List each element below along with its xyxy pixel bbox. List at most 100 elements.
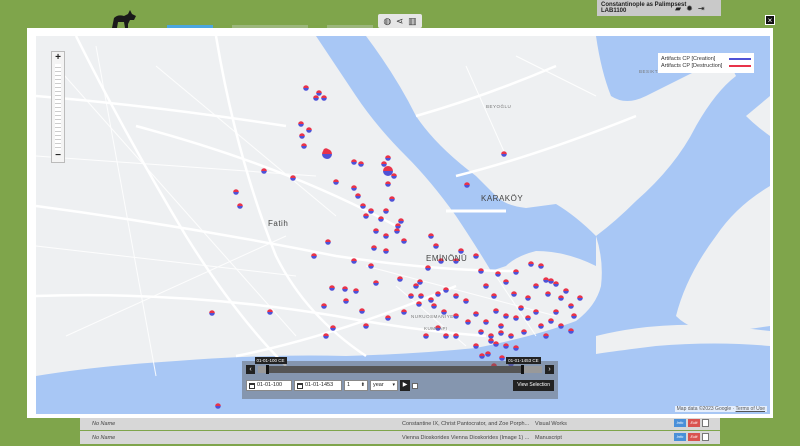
artifact-marker[interactable] xyxy=(543,277,549,283)
artifact-marker[interactable] xyxy=(464,182,470,188)
artifact-marker[interactable] xyxy=(385,181,391,187)
artifact-marker[interactable] xyxy=(521,329,527,335)
artifact-marker[interactable] xyxy=(333,179,339,185)
artifact-marker[interactable] xyxy=(495,271,501,277)
artifact-marker[interactable] xyxy=(465,319,471,325)
artifact-marker[interactable] xyxy=(383,233,389,239)
artifact-marker[interactable] xyxy=(568,328,574,334)
artifact-marker[interactable] xyxy=(493,308,499,314)
artifact-marker[interactable] xyxy=(538,263,544,269)
artifact-marker[interactable] xyxy=(209,310,215,316)
globe-icon[interactable]: ◍ xyxy=(383,16,391,27)
step-input[interactable]: 1 ⬍ xyxy=(344,380,368,391)
artifact-marker[interactable] xyxy=(342,286,348,292)
artifact-marker[interactable] xyxy=(385,155,391,161)
artifact-marker[interactable] xyxy=(233,189,239,195)
artifact-marker[interactable] xyxy=(423,333,429,339)
artifact-marker[interactable] xyxy=(571,313,577,319)
timeline-slider[interactable]: ‹ 01-01-100 CE 01-01-1453 CE › xyxy=(246,357,554,374)
artifact-marker[interactable] xyxy=(351,159,357,165)
terms-link[interactable]: Terms of Use xyxy=(736,406,765,412)
artifact-marker[interactable] xyxy=(545,291,551,297)
artifact-marker[interactable] xyxy=(373,228,379,234)
artifact-marker[interactable] xyxy=(533,309,539,315)
artifact-marker[interactable] xyxy=(473,343,479,349)
artifact-marker[interactable] xyxy=(568,303,574,309)
artifact-marker[interactable] xyxy=(503,343,509,349)
artifact-marker[interactable] xyxy=(478,329,484,335)
artifact-marker[interactable] xyxy=(353,288,359,294)
artifact-marker[interactable] xyxy=(303,85,309,91)
artifact-marker[interactable] xyxy=(298,121,304,127)
info-button[interactable]: Info xyxy=(674,419,686,427)
artifact-marker[interactable] xyxy=(358,161,364,167)
timeline-track[interactable]: 01-01-100 CE 01-01-1453 CE xyxy=(254,357,542,374)
artifact-marker[interactable] xyxy=(563,288,569,294)
artifact-marker[interactable] xyxy=(383,208,389,214)
artifact-marker[interactable] xyxy=(313,95,319,101)
stepper-icon[interactable]: ⬍ xyxy=(361,381,365,390)
artifact-marker[interactable] xyxy=(453,293,459,299)
artifact-marker[interactable] xyxy=(513,315,519,321)
play-button[interactable]: ▶ xyxy=(400,380,410,391)
logout-icon[interactable]: ⇥ xyxy=(698,4,705,13)
artifact-marker[interactable] xyxy=(323,333,329,339)
artifact-marker[interactable] xyxy=(408,293,414,299)
artifact-marker[interactable] xyxy=(311,253,317,259)
artifact-marker[interactable] xyxy=(463,298,469,304)
artifact-marker[interactable] xyxy=(325,239,331,245)
artifact-marker[interactable] xyxy=(443,287,449,293)
artifact-marker[interactable] xyxy=(577,295,583,301)
artifact-marker[interactable] xyxy=(558,323,564,329)
artifact-marker[interactable] xyxy=(368,263,374,269)
artifact-marker[interactable] xyxy=(548,278,554,284)
table-row[interactable]: No Name Vienna Dioskorides Vienna Diosko… xyxy=(80,431,720,444)
artifact-marker[interactable] xyxy=(558,295,564,301)
artifact-marker[interactable] xyxy=(343,298,349,304)
unit-select[interactable]: year ▾ xyxy=(370,380,398,391)
timeline-next-button[interactable]: › xyxy=(545,365,554,374)
artifact-marker[interactable] xyxy=(237,203,243,209)
artifact-marker[interactable] xyxy=(525,295,531,301)
artifact-marker[interactable] xyxy=(381,161,387,167)
artifact-marker[interactable] xyxy=(499,355,505,361)
bar-chart-icon[interactable]: ▥ xyxy=(408,16,417,27)
artifact-marker[interactable] xyxy=(511,291,517,297)
artifact-marker[interactable] xyxy=(518,305,524,311)
artifact-marker[interactable] xyxy=(453,313,459,319)
artifact-marker[interactable] xyxy=(417,279,423,285)
edit-button[interactable]: Edit xyxy=(688,433,700,441)
artifact-marker[interactable] xyxy=(498,330,504,336)
artifact-marker[interactable] xyxy=(394,228,400,234)
artifact-marker[interactable] xyxy=(329,285,335,291)
artifact-marker[interactable] xyxy=(395,223,401,229)
artifact-marker[interactable] xyxy=(458,248,464,254)
artifact-marker[interactable] xyxy=(525,315,531,321)
timeline-start-handle[interactable] xyxy=(265,365,269,374)
artifact-marker[interactable] xyxy=(473,253,479,259)
artifact-marker[interactable] xyxy=(267,309,273,315)
chat-icon[interactable]: ▰ xyxy=(675,4,681,13)
artifact-marker[interactable] xyxy=(290,175,296,181)
end-date-field[interactable]: 01-01-1453 xyxy=(294,380,342,391)
artifact-marker[interactable] xyxy=(428,233,434,239)
artifact-marker[interactable] xyxy=(321,303,327,309)
artifact-marker[interactable] xyxy=(528,261,534,267)
artifact-marker[interactable] xyxy=(543,333,549,339)
artifact-marker[interactable] xyxy=(498,323,504,329)
artifact-marker[interactable] xyxy=(428,297,434,303)
zoom-slider[interactable] xyxy=(55,64,61,150)
artifact-marker[interactable] xyxy=(488,333,494,339)
artifact-marker[interactable] xyxy=(425,265,431,271)
artifact-marker[interactable] xyxy=(385,315,391,321)
artifact-marker[interactable] xyxy=(363,213,369,219)
zoom-out-button[interactable]: − xyxy=(52,150,64,162)
artifact-marker[interactable] xyxy=(478,268,484,274)
artifact-marker[interactable] xyxy=(398,218,404,224)
artifact-marker[interactable] xyxy=(513,269,519,275)
artifact-cluster-marker[interactable] xyxy=(322,149,332,159)
artifact-marker[interactable] xyxy=(363,323,369,329)
artifact-marker[interactable] xyxy=(501,151,507,157)
artifact-marker[interactable] xyxy=(301,143,307,149)
artifact-marker[interactable] xyxy=(321,95,327,101)
